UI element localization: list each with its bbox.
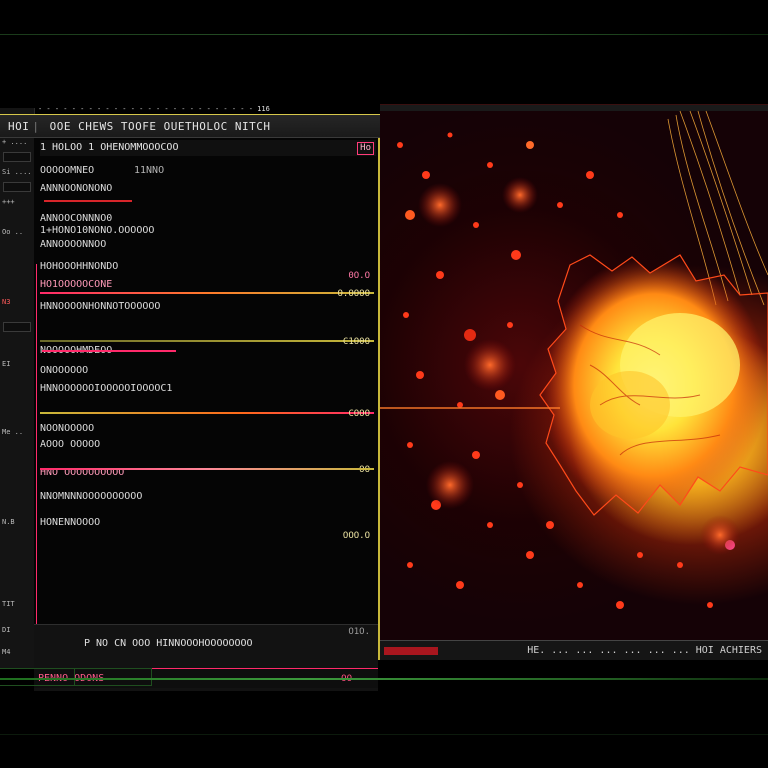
panel-header: 1 HOLOO 1 OHENOMMOOOCOO Ho [40,140,376,156]
sidebar-item[interactable]: Oo .. [2,228,32,237]
scan-line [380,407,560,409]
menu-item-hoi[interactable]: HOI [8,120,29,133]
menu-item-nitch[interactable]: NITCH [235,120,271,133]
log-panel: 1 HOLOO 1 OHENOMMOOOCOO Ho OOOOOMNEO 11N… [34,138,380,691]
log-line[interactable]: AOOO OOOOO [40,438,100,452]
highlight-bar [40,412,374,414]
highlight-bar [40,468,374,470]
render-viewport[interactable] [380,104,768,641]
log-line[interactable]: OOOOOMNEO [40,164,94,178]
log-line[interactable]: ANNOOOONNOO [40,238,106,252]
sidebar-field[interactable] [3,152,31,162]
menu-item-ouetholoc[interactable]: OUETHOLOC [164,120,228,133]
log-line[interactable]: HNNOOOONHONNOTOOOOOO [40,300,160,314]
panel-tag: 0O.O [348,271,370,281]
sidebar-item[interactable]: N.B [2,518,32,527]
record-indicator[interactable] [384,647,438,655]
screen: + .... Si .... +++ Oo .. N3 EI Me .. N.B… [0,0,768,768]
app-window: - - - - - - - - - - - - - - - - - - - - … [0,104,768,691]
window-title-strip: - - - - - - - - - - - - - - - - - - - - … [38,104,374,114]
sidebar-item[interactable]: DI [2,626,32,635]
panel-header-badge[interactable]: Ho [357,142,374,155]
sidebar-item[interactable]: +++ [2,198,32,207]
sidebar-item[interactable]: + .... [2,138,32,147]
selection-frame [36,264,376,652]
panel-tag: O.OOOO [337,289,370,299]
log-line[interactable]: HNNOOOOOOIOOOOOIOOOOC1 [40,382,172,396]
sidebar-item[interactable]: Me .. [2,428,32,437]
menu-item-ooe[interactable]: OOE [50,120,71,133]
sidebar-item[interactable]: Si .... [2,168,32,177]
panel-header-title: 1 HOLOO 1 OHENOMMOOOCOO [40,142,179,153]
log-line[interactable]: 1+HONO10NONO.OOOOOO [40,224,154,238]
log-line[interactable]: HO1OOOOOCONE [40,278,112,292]
panel-tag: COOO [348,409,370,419]
sidebar-field[interactable] [3,322,31,332]
log-line[interactable]: HOHOOOHHNONDO [40,260,118,274]
heat-render [380,110,768,609]
viewport-status-text: HE. ... ... ... ... ... ... HOI ACHIERS [527,645,762,656]
viewport-status-bar: HE. ... ... ... ... ... ... HOI ACHIERS [380,640,768,660]
panel-footer-text: P NO CN OOO HINNOOOHOOOOOOOO [84,638,253,649]
log-line[interactable]: NNOMNNNOOOOOOOOOO [40,490,142,504]
panel-tag: OOO.O [342,531,370,541]
highlight-bar [40,292,374,294]
sidebar-item[interactable]: M4 [2,648,32,657]
sidebar-field[interactable] [3,182,31,192]
title-number: 116 [257,105,270,113]
highlight-bar [42,350,176,352]
bottom-divider-secondary [0,734,768,735]
log-line[interactable]: ANNNOONONONO [40,182,112,196]
panel-tag: C1O0O [342,337,370,347]
highlight-bar [40,340,374,342]
log-line[interactable]: HONENNOOOO [40,516,100,530]
menu-item-chews[interactable]: CHEWS [78,120,114,133]
log-line[interactable]: NOONOOOOO [40,422,94,436]
log-line[interactable]: ONOOOOOO [40,364,88,378]
sidebar-item[interactable]: N3 [2,298,32,307]
menu-item-toofe[interactable]: TOOFE [121,120,157,133]
sidebar-item[interactable]: TIT [2,600,32,609]
left-sidebar: + .... Si .... +++ Oo .. N3 EI Me .. N.B… [0,108,35,668]
log-line[interactable]: 11NNO [134,164,164,178]
sidebar-item[interactable]: EI [2,360,32,369]
panel-tag: OO [359,465,370,475]
panel-footer-value: O1O. [348,627,370,637]
bottom-tick-box [0,668,152,686]
menu-bar: HOI | OOE CHEWS TOOFE OUETHOLOC NITCH [0,114,416,138]
bottom-divider [0,678,768,680]
title-dashes: - - - - - - - - - - - - - - - - - - - - … [38,105,253,113]
top-divider [0,34,768,35]
highlight-bar [44,200,132,202]
